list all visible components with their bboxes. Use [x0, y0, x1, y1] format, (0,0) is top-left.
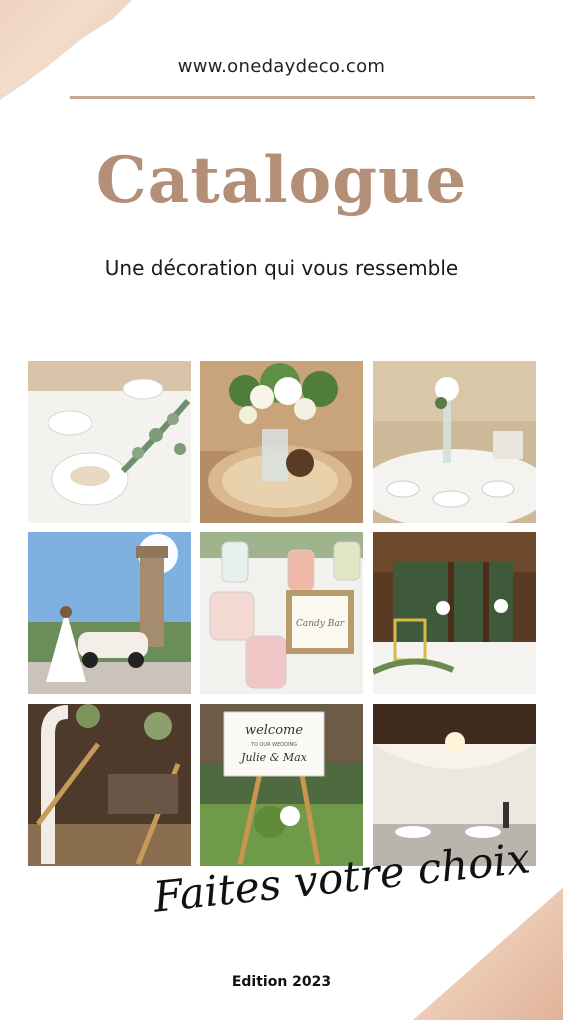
photo-grid: Candy Bar welcome TO OUR WEDDING Julie &… [28, 361, 536, 866]
candy-bar-sign-text: Candy Bar [296, 619, 345, 629]
torn-paper-decoration [0, 0, 150, 110]
sign-names-text: Julie & Max [239, 751, 308, 764]
photo-bride-car [28, 532, 191, 694]
sign-welcome-text: welcome [245, 723, 303, 738]
edition-label: Edition 2023 [231, 974, 332, 990]
divider [70, 96, 535, 99]
sign-wedding-text: TO OUR WEDDING [250, 742, 297, 748]
script-tagline: Faites votre choix [150, 833, 533, 921]
photo-candy-bar: Candy Bar [200, 532, 363, 694]
photo-table-setting [28, 361, 191, 523]
photo-centerpiece [200, 361, 363, 523]
subtitle: Une décoration qui vous ressemble [104, 256, 459, 280]
website-url[interactable]: www.onedaydeco.com [0, 56, 563, 77]
tagline-text: Faites votre choix [150, 833, 533, 921]
photo-pavilion [373, 532, 536, 694]
photo-round-table [373, 361, 536, 523]
page-title: Catalogue [95, 143, 468, 218]
